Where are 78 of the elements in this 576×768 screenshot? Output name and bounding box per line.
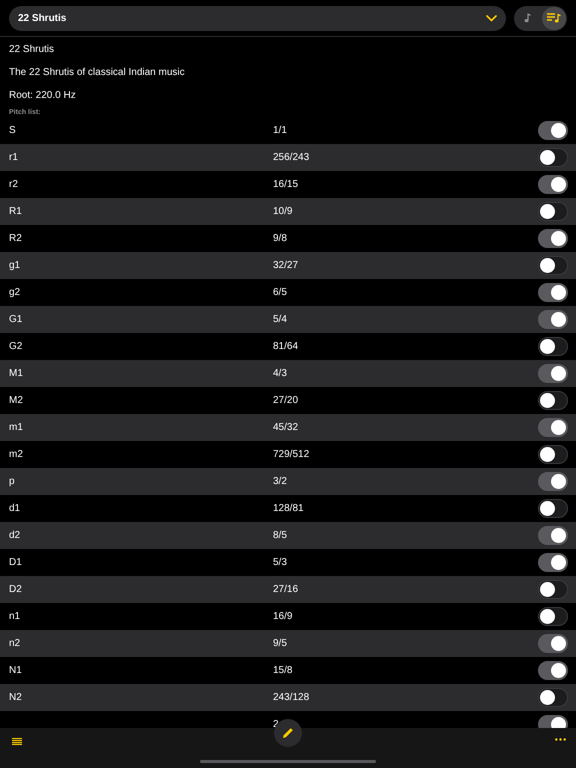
scale-picker[interactable]: 22 Shrutis [9,6,506,30]
chevron-down-icon [486,14,497,22]
toggle-switch[interactable] [538,418,568,437]
toggle-switch[interactable] [538,202,568,221]
pitch-name: r2 [9,179,18,190]
toggle-switch[interactable] [538,553,568,572]
toggle-switch[interactable] [538,337,568,356]
pitch-ratio: 256/243 [273,152,310,163]
toggle-switch[interactable] [538,148,568,167]
toggle-switch[interactable] [538,580,568,599]
pitch-ratio: 32/27 [273,260,298,271]
edit-button[interactable] [274,719,302,747]
pitch-name: M1 [9,368,23,379]
pitch-ratio: 5/3 [273,557,287,568]
pitch-ratio: 8/5 [273,530,287,541]
pitch-name: r1 [9,152,18,163]
toggle-switch[interactable] [538,634,568,653]
pitch-name: m2 [9,449,23,460]
toggle-switch[interactable] [538,310,568,329]
toggle-switch[interactable] [538,688,568,707]
pitch-ratio: 3/2 [273,476,287,487]
info-text: The 22 Shrutis of classical Indian music [9,67,185,78]
toggle-switch[interactable] [538,661,568,680]
pencil-icon [282,727,294,739]
pitch-ratio: 5/4 [273,314,287,325]
pitch-ratio: 9/5 [273,638,287,649]
pitch-name: N2 [9,692,22,703]
pitch-ratio: 729/512 [273,449,310,460]
toggle-switch[interactable] [538,121,568,140]
more-icon[interactable] [555,738,566,741]
music-note-icon [524,13,530,23]
pitch-ratio: 45/32 [273,422,298,433]
pitch-name: g2 [9,287,20,298]
pitch-name: d2 [9,530,20,541]
note-list-icon [547,13,561,23]
pitch-name: R2 [9,233,22,244]
pitch-name: m1 [9,422,23,433]
pitch-ratio: 243/128 [273,692,310,703]
pitch-name: G1 [9,314,22,325]
toggle-switch[interactable] [538,364,568,383]
toggle-switch[interactable] [538,499,568,518]
toggle-switch[interactable] [538,256,568,275]
pitch-name: N1 [9,665,22,676]
pitch-name: G2 [9,341,22,352]
pitch-name: R1 [9,206,22,217]
info-text: 22 Shrutis [9,44,54,55]
pitch-name: M2 [9,395,23,406]
toggle-switch[interactable] [538,283,568,302]
pitch-ratio: 4/3 [273,368,287,379]
pitch-name: n1 [9,611,20,622]
pitch-ratio: 16/15 [273,179,298,190]
pitch-ratio: 81/64 [273,341,298,352]
toggle-switch[interactable] [538,526,568,545]
pitch-name: g1 [9,260,20,271]
pitch-ratio: 10/9 [273,206,292,217]
pitch-name: p [9,476,15,487]
pitch-name: D2 [9,584,22,595]
pitch-ratio: 16/9 [273,611,292,622]
pitch-name: S [9,125,16,136]
pitch-ratio: 1/1 [273,125,287,136]
toggle-switch[interactable] [538,607,568,626]
pitch-name: D1 [9,557,22,568]
pitch-ratio: 128/81 [273,503,304,514]
menu-icon[interactable] [12,738,22,745]
pitch-ratio: 27/16 [273,584,298,595]
pitch-ratio: 6/5 [273,287,287,298]
pitch-name: d1 [9,503,20,514]
toggle-switch[interactable] [538,175,568,194]
pitch-name: n2 [9,638,20,649]
pitch-ratio: 27/20 [273,395,298,406]
toggle-switch[interactable] [538,391,568,410]
mode-button[interactable] [542,6,566,30]
pitch-ratio: 15/8 [273,665,292,676]
toggle-switch[interactable] [538,229,568,248]
toggle-switch[interactable] [538,445,568,464]
info-text: Root: 220.0 Hz [9,90,76,101]
pitch-ratio: 9/8 [273,233,287,244]
toggle-switch[interactable] [538,472,568,491]
